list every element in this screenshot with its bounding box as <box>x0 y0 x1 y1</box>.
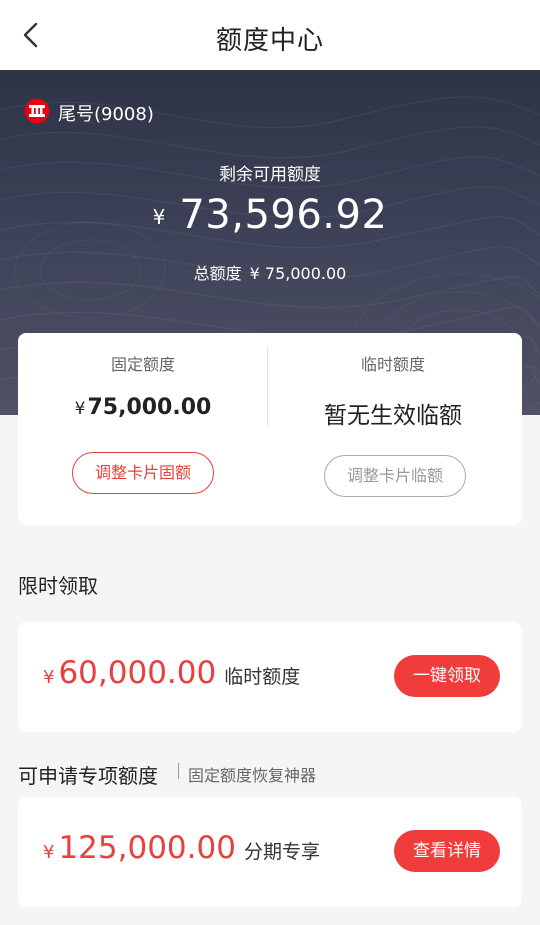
special-quota-title: 可申请专项额度 <box>18 764 158 788</box>
currency-symbol: ¥ <box>43 842 55 863</box>
card-tail-number: 尾号(9008) <box>58 104 154 125</box>
view-details-button[interactable]: 查看详情 <box>394 830 500 872</box>
special-offer-value: 125,000.00 <box>58 830 236 866</box>
remaining-credit-row: ¥73,596.92 <box>0 192 540 238</box>
fixed-quota-value: ¥75,000.00 <box>18 395 268 420</box>
fixed-quota-label: 固定额度 <box>110 355 175 374</box>
limited-offer-card: ¥60,000.00 临时额度 一键领取 <box>18 622 522 732</box>
limited-offer-amount: ¥60,000.00 临时额度 <box>43 655 300 691</box>
temporary-quota-section: 临时额度 暂无生效临额 调整卡片临额 <box>268 333 518 525</box>
nav-bar: 额度中心 <box>0 0 540 70</box>
total-credit-amount: ¥ 75,000.00 <box>249 264 347 283</box>
adjust-temporary-quota-button[interactable]: 调整卡片临额 <box>324 455 466 497</box>
limited-offer-value: 60,000.00 <box>58 655 217 691</box>
section-divider <box>178 763 179 779</box>
special-offer-desc: 分期专享 <box>243 841 320 863</box>
page-title: 额度中心 <box>215 26 324 56</box>
currency-symbol: ¥ <box>43 667 55 688</box>
total-credit-label: 总额度 <box>193 264 242 283</box>
limited-offer-desc: 临时额度 <box>224 666 301 688</box>
limited-offer-title: 限时领取 <box>18 574 98 598</box>
total-credit-row: 总额度 ¥ 75,000.00 <box>0 260 540 284</box>
temporary-quota-value: 暂无生效临额 <box>324 403 462 429</box>
citic-bank-logo-icon <box>24 98 50 124</box>
remaining-credit-amount: 73,596.92 <box>179 192 388 238</box>
fixed-quota-section: 固定额度 ¥75,000.00 调整卡片固额 <box>18 333 268 525</box>
fixed-quota-amount: 75,000.00 <box>87 395 212 420</box>
special-quota-subtitle: 固定额度恢复神器 <box>188 766 317 785</box>
currency-symbol: ¥ <box>74 399 86 419</box>
temporary-quota-label: 临时额度 <box>360 355 425 374</box>
remaining-credit-label: 剩余可用额度 <box>219 165 321 185</box>
claim-now-button[interactable]: 一键领取 <box>394 655 500 697</box>
adjust-fixed-quota-button[interactable]: 调整卡片固额 <box>72 452 214 494</box>
special-offer-card: ¥125,000.00 分期专享 查看详情 <box>18 797 522 907</box>
special-offer-amount: ¥125,000.00 分期专享 <box>43 830 320 866</box>
quota-card: 固定额度 ¥75,000.00 调整卡片固额 临时额度 暂无生效临额 调整卡片临… <box>18 333 522 525</box>
currency-symbol: ¥ <box>152 205 166 229</box>
